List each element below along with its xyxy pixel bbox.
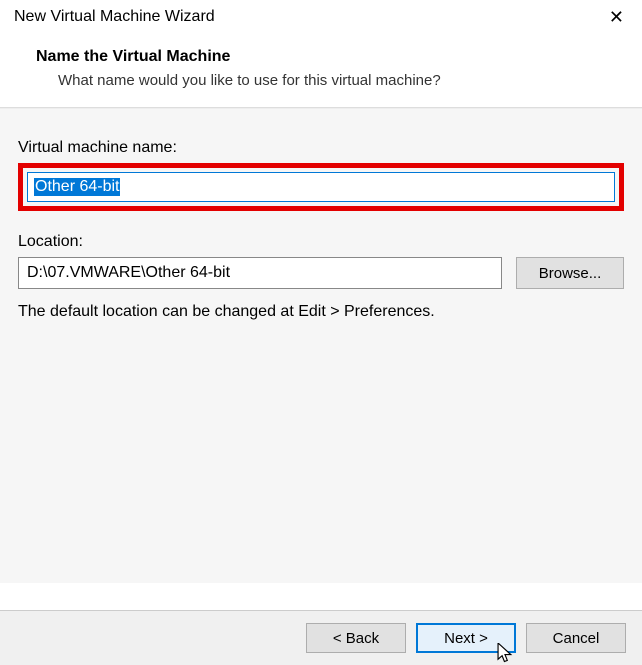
name-label: Virtual machine name: <box>18 139 624 157</box>
wizard-header: Name the Virtual Machine What name would… <box>0 32 642 108</box>
vm-name-value: Other 64-bit <box>34 178 120 196</box>
content-area: Virtual machine name: Other 64-bit Locat… <box>0 108 642 583</box>
vm-name-input[interactable]: Other 64-bit <box>27 172 615 202</box>
cancel-button[interactable]: Cancel <box>526 623 626 653</box>
name-field-highlight: Other 64-bit <box>18 163 624 211</box>
page-subtitle: What name would you like to use for this… <box>36 72 622 89</box>
location-input[interactable] <box>18 257 502 289</box>
window-title: New Virtual Machine Wizard <box>14 8 215 26</box>
next-button[interactable]: Next > <box>416 623 516 653</box>
location-hint: The default location can be changed at E… <box>18 303 624 321</box>
button-bar: < Back Next > Cancel <box>0 610 642 665</box>
browse-button[interactable]: Browse... <box>516 257 624 289</box>
back-button[interactable]: < Back <box>306 623 406 653</box>
page-title: Name the Virtual Machine <box>36 48 622 66</box>
close-icon[interactable]: ✕ <box>605 8 628 26</box>
location-label: Location: <box>18 233 624 251</box>
title-bar: New Virtual Machine Wizard ✕ <box>0 0 642 32</box>
